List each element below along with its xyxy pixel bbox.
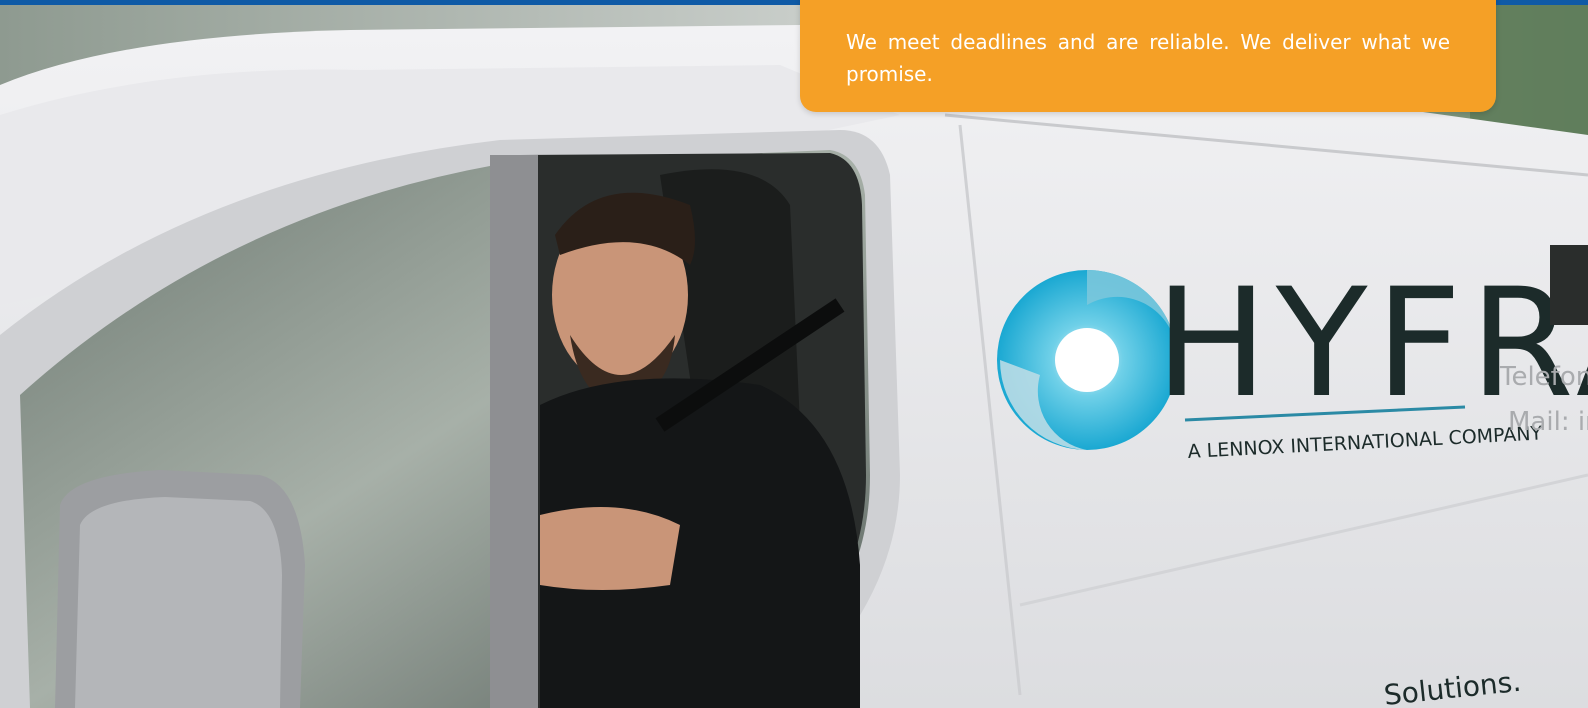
van-brand-name: HYFRA [1155, 257, 1588, 431]
feature-card: We meet deadlines and are reliable. We d… [800, 0, 1496, 112]
hero-section: HYFRA A LENNOX INTERNATIONAL COMPANY Tel… [0, 0, 1588, 708]
van-contact-mail: Mail: info [1508, 407, 1588, 437]
van-contact-phone: Telefon: [1499, 362, 1588, 392]
feature-card-text: We meet deadlines and are reliable. We d… [846, 30, 1450, 86]
